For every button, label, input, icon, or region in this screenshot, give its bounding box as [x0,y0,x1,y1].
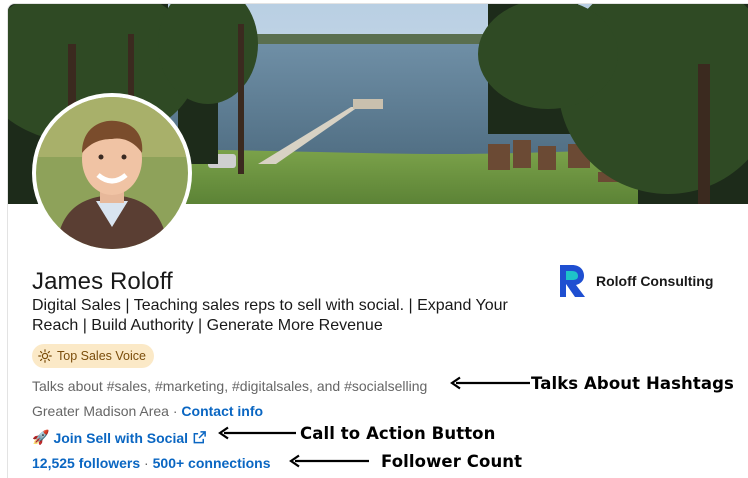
talks-about-hashtags: Talks about #sales, #marketing, #digital… [32,378,428,394]
annotation-cta: Call to Action Button [300,424,496,443]
roloff-consulting-logo [560,265,585,297]
sun-icon [38,349,52,363]
hashtags-arrow [450,376,530,390]
annotation-followers: Follower Count [381,452,523,471]
badge-label: Top Sales Voice [57,349,146,363]
profile-card: Roloff Consulting James Roloff Digital S… [7,3,748,478]
stats-separator: · [140,455,153,471]
cta-label: Join Sell with Social [53,429,189,446]
top-voice-badge[interactable]: Top Sales Voice [32,344,154,368]
followers-link[interactable]: 12,525 followers [32,455,140,471]
followers-arrow [289,454,369,468]
cta-arrow [218,426,296,440]
profile-avatar[interactable] [32,93,192,253]
profile-name: James Roloff [32,268,173,295]
join-sell-with-social-link[interactable]: 🚀 Join Sell with Social [32,429,207,446]
profile-photo [36,97,188,249]
company-link[interactable]: Roloff Consulting [558,265,713,297]
connections-link[interactable]: 500+ connections [153,455,271,471]
rocket-icon: 🚀 [32,429,50,445]
follower-stats: 12,525 followers · 500+ connections [32,455,271,471]
profile-headline: Digital Sales | Teaching sales reps to s… [32,297,508,334]
location-line: Greater Madison Area · Contact info [32,403,263,419]
company-name: Roloff Consulting [596,273,714,289]
location-separator: · [168,403,182,419]
external-link-icon [193,431,206,444]
contact-info-link[interactable]: Contact info [181,403,263,419]
annotation-hashtags: Talks About Hashtags [531,374,734,393]
location-text: Greater Madison Area [32,403,169,419]
